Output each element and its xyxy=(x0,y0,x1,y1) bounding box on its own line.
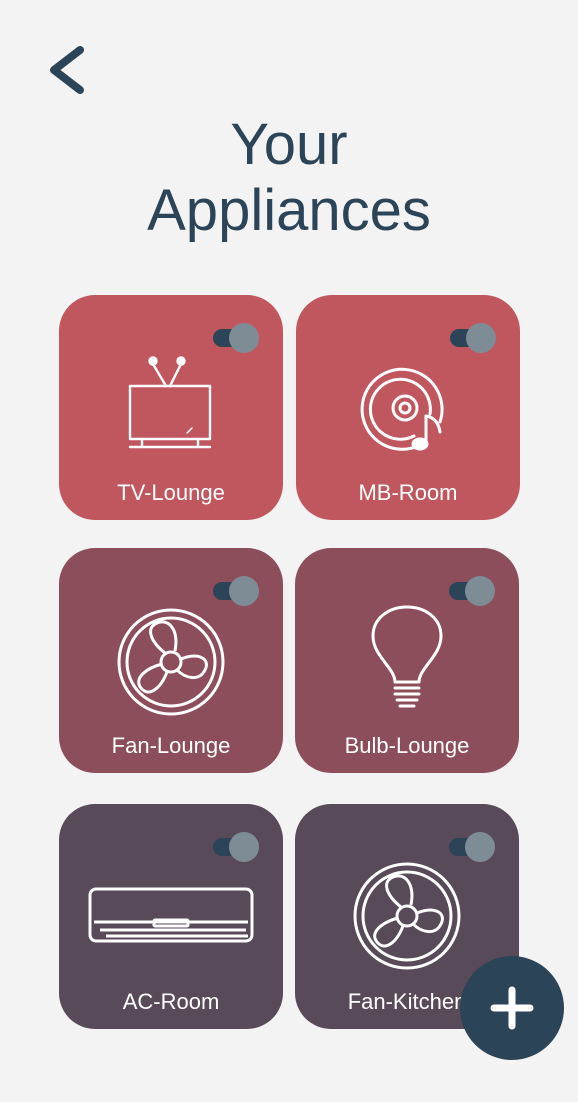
fan-icon xyxy=(353,862,461,970)
toggle-knob xyxy=(466,323,496,353)
appliance-tile-ac-room[interactable]: AC-Room xyxy=(59,804,283,1029)
plus-icon xyxy=(490,986,534,1030)
power-toggle[interactable] xyxy=(213,832,259,862)
back-button[interactable] xyxy=(44,44,88,96)
toggle-knob xyxy=(229,323,259,353)
toggle-knob xyxy=(465,832,495,862)
power-toggle[interactable] xyxy=(449,576,495,606)
page-title: Your Appliances xyxy=(0,112,578,244)
appliance-tile-bulb-lounge[interactable]: Bulb-Lounge xyxy=(295,548,519,773)
appliance-tile-tv-lounge[interactable]: TV-Lounge xyxy=(59,295,283,520)
toggle-knob xyxy=(465,576,495,606)
power-toggle[interactable] xyxy=(449,832,495,862)
appliance-label: MB-Room xyxy=(358,480,458,505)
bulb-icon xyxy=(371,605,443,708)
fan-icon xyxy=(117,608,225,716)
chevron-left-icon xyxy=(50,46,84,94)
ac-icon xyxy=(88,887,254,943)
music-disc-icon xyxy=(360,367,444,451)
appliance-label: TV-Lounge xyxy=(117,480,225,505)
appliance-label: Fan-Lounge xyxy=(111,733,231,758)
appliance-label: AC-Room xyxy=(122,989,220,1014)
toggle-knob xyxy=(229,832,259,862)
tv-icon xyxy=(128,356,212,449)
appliance-tile-fan-lounge[interactable]: Fan-Lounge xyxy=(59,548,283,773)
appliance-label: Bulb-Lounge xyxy=(344,733,470,758)
appliance-tile-mb-room[interactable]: MB-Room xyxy=(296,295,520,520)
power-toggle[interactable] xyxy=(213,576,259,606)
page-title-line2: Appliances xyxy=(147,178,431,243)
add-appliance-button[interactable] xyxy=(460,956,564,1060)
power-toggle[interactable] xyxy=(213,323,259,353)
toggle-knob xyxy=(229,576,259,606)
power-toggle[interactable] xyxy=(450,323,496,353)
page-title-line1: Your xyxy=(230,112,348,177)
